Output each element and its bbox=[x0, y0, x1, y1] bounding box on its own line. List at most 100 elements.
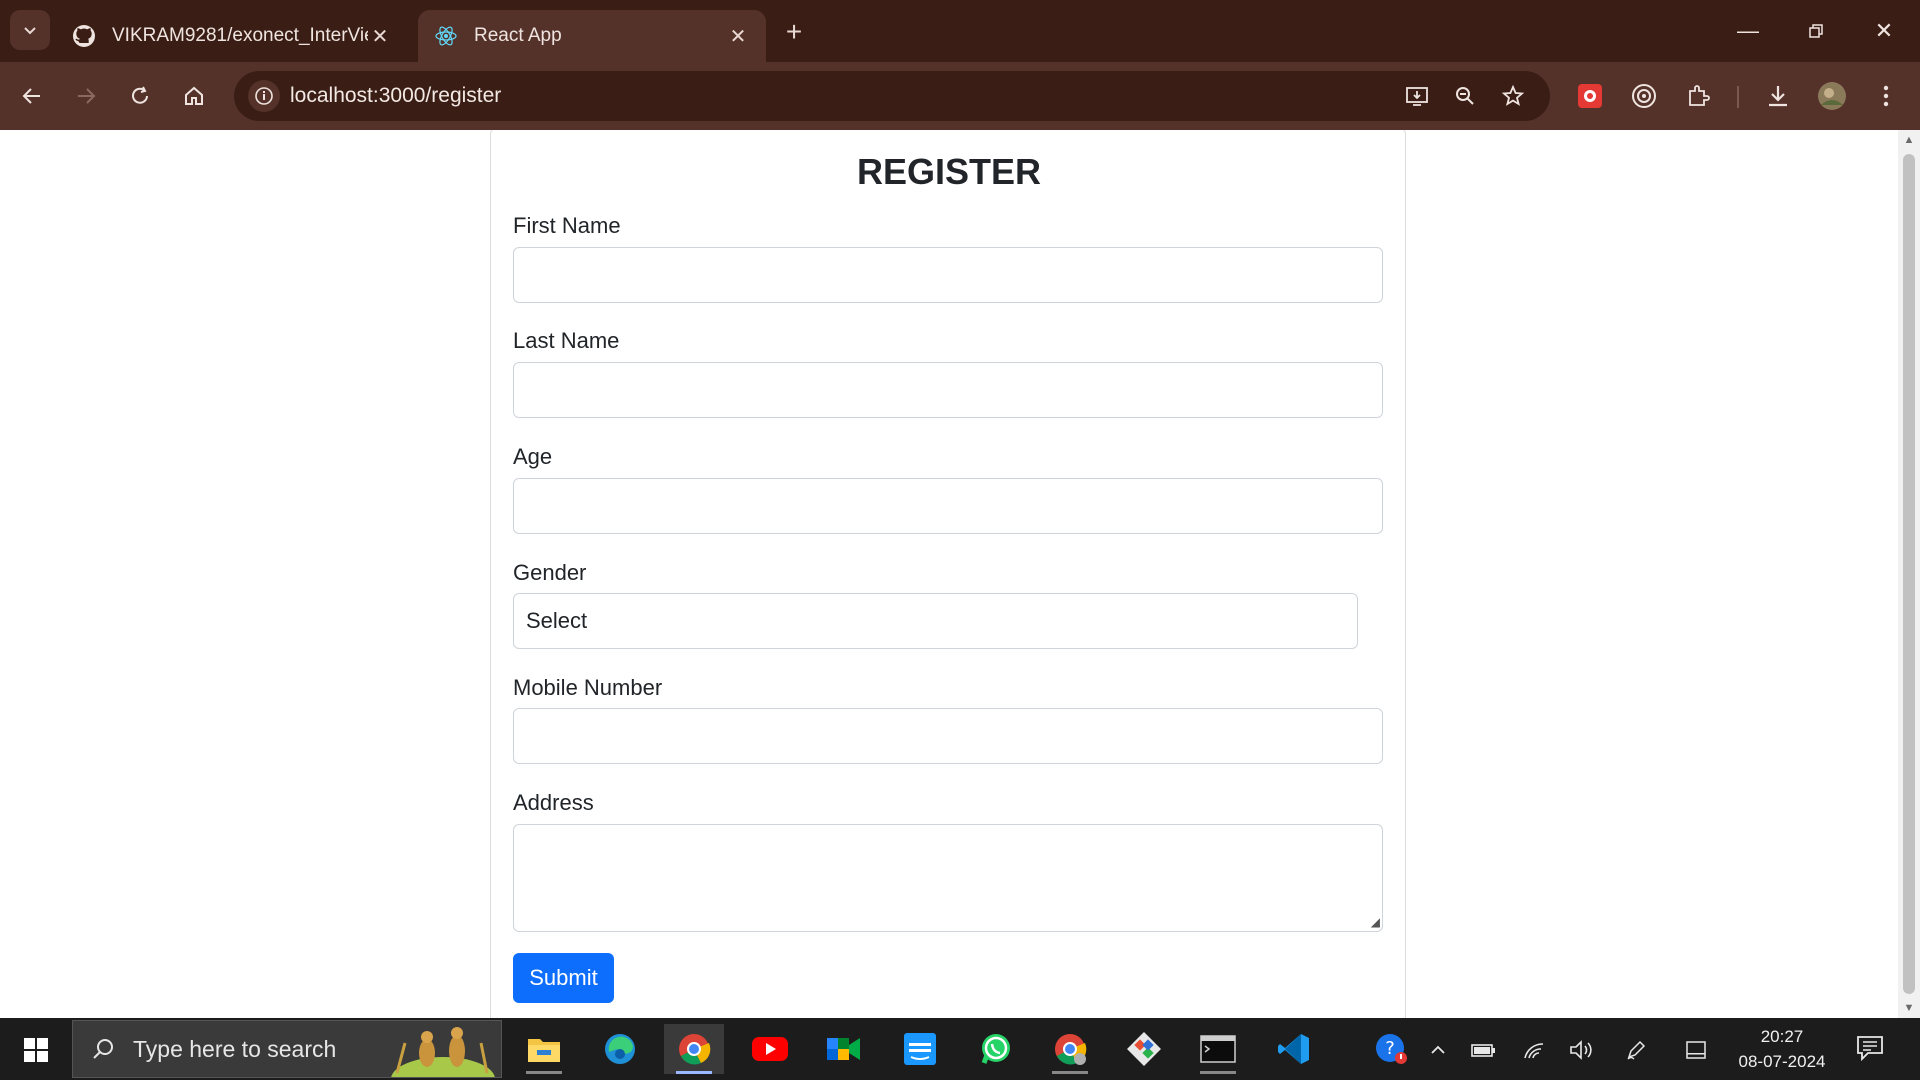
address-textarea[interactable]: ◢ bbox=[513, 824, 1383, 932]
svg-text:?: ? bbox=[1385, 1038, 1395, 1059]
taskbar-search[interactable]: Type here to search bbox=[72, 1020, 502, 1078]
taskbar-git[interactable] bbox=[1114, 1024, 1174, 1074]
clock-time: 20:27 bbox=[1760, 1027, 1804, 1046]
reload-button[interactable] bbox=[120, 76, 160, 116]
windows-taskbar: Type here to search ? 20:27 08-07-2024 bbox=[0, 1018, 1920, 1080]
running-indicator bbox=[676, 1071, 712, 1074]
age-input[interactable] bbox=[513, 478, 1383, 534]
taskbar-whatsapp[interactable] bbox=[966, 1024, 1026, 1074]
downloads-icon[interactable] bbox=[1760, 78, 1796, 114]
site-info-icon[interactable] bbox=[248, 80, 280, 112]
browser-tabstrip: VIKRAM9281/exonect_InterVie ✕ React App … bbox=[0, 0, 1920, 62]
tab-search-button[interactable] bbox=[10, 10, 50, 50]
taskbar-google-meet[interactable] bbox=[814, 1024, 874, 1074]
install-app-icon[interactable] bbox=[1402, 81, 1432, 111]
clock-date: 08-07-2024 bbox=[1738, 1052, 1826, 1071]
arrow-left-icon bbox=[22, 88, 40, 104]
forward-button[interactable] bbox=[66, 76, 106, 116]
register-form-card: REGISTER First Name Last Name Age Gender… bbox=[490, 130, 1406, 1018]
home-icon bbox=[185, 86, 203, 105]
first-name-input[interactable] bbox=[513, 247, 1383, 303]
taskbar-terminal[interactable] bbox=[1188, 1024, 1248, 1074]
plus-icon: + bbox=[785, 16, 803, 47]
zoom-icon[interactable] bbox=[1450, 81, 1480, 111]
wifi-icon[interactable] bbox=[1518, 1034, 1550, 1066]
close-icon[interactable]: ✕ bbox=[726, 24, 750, 48]
windows-logo-icon bbox=[24, 1038, 48, 1062]
address-label: Address bbox=[513, 790, 594, 815]
taskbar-edge[interactable] bbox=[590, 1024, 650, 1074]
minimize-icon: — bbox=[1737, 18, 1759, 43]
notification-center-icon[interactable] bbox=[1854, 1032, 1886, 1064]
arrow-right-icon bbox=[78, 88, 96, 104]
minimize-button[interactable]: — bbox=[1714, 0, 1782, 62]
address-url[interactable]: localhost:3000/register bbox=[290, 84, 501, 108]
last-name-input[interactable] bbox=[513, 362, 1383, 418]
pen-icon[interactable] bbox=[1620, 1034, 1652, 1066]
mobile-number-label: Mobile Number bbox=[513, 675, 663, 700]
home-button[interactable] bbox=[174, 76, 214, 116]
more-menu-icon[interactable] bbox=[1868, 78, 1904, 114]
google-meet-icon bbox=[827, 1038, 860, 1060]
search-highlight-illustration-icon bbox=[391, 1027, 495, 1077]
reload-icon bbox=[132, 86, 148, 104]
back-button[interactable] bbox=[12, 76, 52, 116]
battery-icon[interactable] bbox=[1468, 1034, 1500, 1066]
chevron-down-icon bbox=[24, 27, 36, 35]
gender-selected-value: Select bbox=[526, 608, 588, 633]
chrome-icon bbox=[679, 1034, 711, 1065]
scroll-down-icon[interactable]: ▼ bbox=[1898, 998, 1920, 1018]
profile-avatar[interactable] bbox=[1814, 78, 1850, 114]
taskbar-prime-video[interactable] bbox=[890, 1024, 950, 1074]
start-button[interactable] bbox=[14, 1030, 58, 1070]
first-name-label: First Name bbox=[513, 213, 621, 238]
taskbar-chrome-profile[interactable] bbox=[1040, 1024, 1100, 1074]
restore-icon bbox=[1809, 24, 1823, 38]
gender-select[interactable]: Select bbox=[513, 593, 1358, 649]
taskbar-search-placeholder: Type here to search bbox=[133, 1035, 337, 1062]
age-label: Age bbox=[513, 444, 553, 469]
bookmark-star-icon[interactable] bbox=[1498, 81, 1528, 111]
help-tray-icon[interactable]: ? bbox=[1372, 1030, 1410, 1068]
mobile-number-input[interactable] bbox=[513, 708, 1383, 764]
last-name-label: Last Name bbox=[513, 328, 620, 353]
page-scrollbar[interactable]: ▲ ▼ bbox=[1898, 130, 1920, 1018]
github-icon bbox=[72, 24, 96, 48]
volume-icon[interactable] bbox=[1566, 1034, 1598, 1066]
browser-toolbar: localhost:3000/register bbox=[0, 62, 1920, 130]
taskbar-youtube[interactable] bbox=[740, 1024, 800, 1074]
tab-github[interactable]: VIKRAM9281/exonect_InterVie ✕ bbox=[56, 10, 408, 62]
running-indicator bbox=[526, 1071, 562, 1074]
taskbar-clock[interactable]: 20:27 08-07-2024 bbox=[1716, 1024, 1848, 1074]
new-tab-button[interactable]: + bbox=[776, 14, 812, 50]
extension-red-icon[interactable] bbox=[1572, 78, 1608, 114]
tab-title: VIKRAM9281/exonect_InterVie bbox=[112, 25, 368, 46]
taskbar-file-explorer[interactable] bbox=[514, 1024, 574, 1074]
edge-icon bbox=[605, 1034, 635, 1064]
prime-video-icon bbox=[904, 1033, 936, 1065]
extensions-puzzle-icon[interactable] bbox=[1680, 78, 1716, 114]
scrollbar-thumb[interactable] bbox=[1903, 154, 1915, 994]
scroll-up-icon[interactable]: ▲ bbox=[1898, 130, 1920, 150]
react-icon bbox=[434, 24, 458, 48]
gender-label: Gender bbox=[513, 560, 587, 585]
page-title: REGISTER bbox=[856, 151, 1042, 192]
running-indicator bbox=[1200, 1071, 1236, 1074]
close-icon[interactable]: ✕ bbox=[368, 24, 392, 48]
keyboard-layout-icon[interactable] bbox=[1680, 1034, 1712, 1066]
taskbar-vscode[interactable] bbox=[1264, 1024, 1324, 1074]
tab-react-app[interactable]: React App ✕ bbox=[418, 10, 766, 62]
terminal-icon bbox=[1200, 1035, 1236, 1063]
address-bar[interactable]: localhost:3000/register bbox=[234, 71, 1550, 121]
window-close-button[interactable]: ✕ bbox=[1850, 0, 1918, 62]
search-icon bbox=[73, 1037, 133, 1061]
submit-button[interactable]: Submit bbox=[513, 953, 614, 1003]
taskbar-chrome[interactable] bbox=[664, 1024, 724, 1074]
resize-handle-icon[interactable]: ◢ bbox=[1371, 915, 1380, 929]
chrome-profile-icon bbox=[1055, 1034, 1087, 1065]
extension-target-icon[interactable] bbox=[1626, 78, 1662, 114]
tab-title: React App bbox=[474, 25, 562, 46]
restore-button[interactable] bbox=[1782, 0, 1850, 62]
whatsapp-icon bbox=[981, 1034, 1010, 1064]
show-hidden-icons-chevron-icon[interactable] bbox=[1422, 1034, 1454, 1066]
